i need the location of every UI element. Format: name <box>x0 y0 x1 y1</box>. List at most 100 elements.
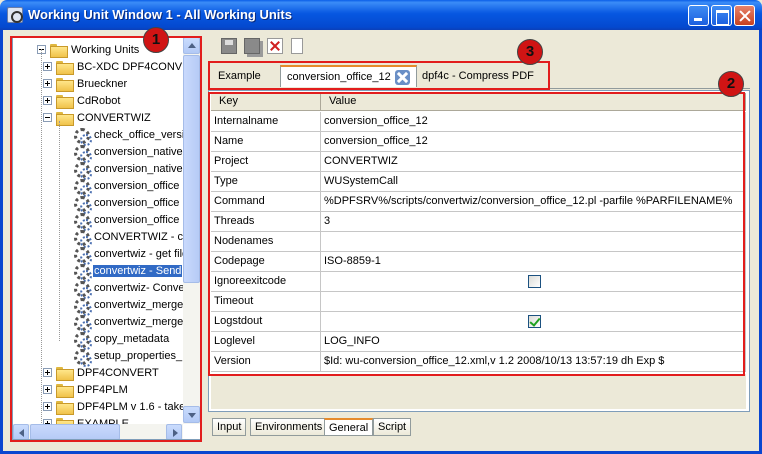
tree-item[interactable]: Brueckner <box>43 75 128 92</box>
scroll-down-button[interactable] <box>183 406 200 423</box>
table-row[interactable]: Ignoreexitcode <box>211 272 746 292</box>
delete-icon[interactable] <box>267 38 283 54</box>
tree-item-label: conversion_native <box>94 162 183 175</box>
property-value[interactable]: conversion_office_12 <box>321 112 746 131</box>
horizontal-scroll-thumb[interactable] <box>30 424 120 439</box>
new-document-icon[interactable] <box>291 38 303 54</box>
expand-icon[interactable] <box>43 368 52 377</box>
property-value[interactable] <box>321 292 746 311</box>
folder-icon <box>50 43 68 58</box>
save-all-icon[interactable] <box>244 38 260 54</box>
tab-script[interactable]: Script <box>373 418 412 436</box>
expand-icon[interactable] <box>43 385 52 394</box>
tree-item-label: DPF4PLM <box>77 383 128 396</box>
tree-item[interactable]: DPF4CONVERT <box>43 364 160 381</box>
tree-item[interactable]: BC-XDC DPF4CONVERT <box>43 58 183 75</box>
table-row[interactable]: Threads 3 <box>211 212 746 232</box>
tree-item[interactable]: copy_metadata <box>73 330 170 350</box>
expand-icon[interactable] <box>43 402 52 411</box>
table-row[interactable]: Name conversion_office_12 <box>211 132 746 152</box>
tree-item[interactable]: convertwiz_merge <box>73 296 183 316</box>
table-row[interactable]: Type WUSystemCall <box>211 172 746 192</box>
tree-item[interactable]: convertwiz - Send <box>73 262 183 282</box>
scroll-up-button[interactable] <box>183 37 200 54</box>
maximize-button[interactable] <box>711 5 732 26</box>
property-value-cell[interactable] <box>321 312 746 331</box>
property-value[interactable]: conversion_office_12 <box>321 132 746 151</box>
tree-item[interactable]: conversion_office <box>73 177 180 197</box>
property-value-cell[interactable] <box>321 272 746 291</box>
title-bar[interactable]: Working Unit Window 1 - All Working Unit… <box>0 0 762 30</box>
tree-item[interactable]: convertwiz - get file <box>73 245 183 265</box>
tree-item[interactable]: conversion_native <box>73 143 183 163</box>
tree-vertical-scrollbar[interactable] <box>183 37 201 424</box>
scroll-right-button[interactable] <box>166 424 182 439</box>
tree-item-label: convertwiz - Send <box>93 264 183 277</box>
save-icon[interactable] <box>221 38 237 54</box>
property-value[interactable]: CONVERTWIZ <box>321 152 746 171</box>
table-row[interactable]: Loglevel LOG_INFO <box>211 332 746 352</box>
table-row[interactable]: Version $Id: wu-conversion_office_12.xml,… <box>211 352 746 372</box>
expand-icon[interactable] <box>43 96 52 105</box>
checkbox-checked[interactable] <box>528 315 541 328</box>
tree-item[interactable]: DPF4PLM v 1.6 - take <box>43 398 183 415</box>
table-row[interactable]: Nodenames <box>211 232 746 252</box>
tree-item-label: CONVERTWIZ - convert <box>94 230 183 243</box>
tab-input[interactable]: Input <box>212 418 247 436</box>
expand-icon[interactable] <box>43 79 52 88</box>
working-units-tree[interactable]: Working Units BC-XDC DPF4CONVERT Brueckner… <box>13 37 183 424</box>
window-border-left <box>0 30 3 454</box>
expand-icon[interactable] <box>43 62 52 71</box>
tree-item[interactable]: CdRobot <box>43 92 121 109</box>
tab-environments[interactable]: Environments <box>250 418 328 436</box>
tree-horizontal-scrollbar[interactable] <box>13 424 183 439</box>
tab-example[interactable]: Example <box>212 65 267 87</box>
table-row[interactable]: Timeout <box>211 292 746 312</box>
tree-item[interactable]: conversion_office <box>73 194 180 214</box>
app-icon[interactable] <box>7 7 23 23</box>
scroll-left-button[interactable] <box>13 424 29 439</box>
table-row[interactable]: Command %DPFSRV%/scripts/convertwiz/conve… <box>211 192 746 212</box>
table-row[interactable]: Project CONVERTWIZ <box>211 152 746 172</box>
vertical-scroll-thumb[interactable] <box>183 55 200 283</box>
collapse-icon[interactable] <box>43 113 52 122</box>
column-header-key[interactable]: Key <box>211 93 321 111</box>
property-value[interactable]: $Id: wu-conversion_office_12.xml,v 1.2 2… <box>321 352 746 371</box>
bottom-tab-bar: Input Environments General Script <box>208 416 750 438</box>
tree-item[interactable]: convertwiz_merge <box>73 313 183 333</box>
tab-compress-pdf[interactable]: dpf4c - Compress PDF <box>416 65 540 87</box>
tree-item[interactable]: EXAMPLE <box>43 415 130 424</box>
close-button[interactable] <box>734 5 755 26</box>
column-header-value[interactable]: Value <box>321 93 746 111</box>
tab-general[interactable]: General <box>324 418 374 436</box>
tree-item[interactable]: setup_properties_ <box>73 347 183 367</box>
panel-splitter[interactable] <box>203 36 207 440</box>
checkbox-unchecked[interactable] <box>528 275 541 288</box>
tree-item-label: conversion_native <box>94 145 183 158</box>
tree-item[interactable]: Working Units <box>37 41 140 58</box>
property-value[interactable]: WUSystemCall <box>321 172 746 191</box>
working-unit-icon <box>73 263 92 282</box>
tree-item[interactable]: check_office_version <box>73 126 183 146</box>
property-value[interactable]: ISO-8859-1 <box>321 252 746 271</box>
tab-conversion-office-12[interactable]: conversion_office_12 <box>280 65 417 87</box>
tree-item-label: convertwiz_merge <box>94 315 183 328</box>
table-row[interactable]: Internalname conversion_office_12 <box>211 112 746 132</box>
table-row[interactable]: Codepage ISO-8859-1 <box>211 252 746 272</box>
property-value[interactable]: LOG_INFO <box>321 332 746 351</box>
tree-item-label: CONVERTWIZ <box>77 111 151 124</box>
folder-icon <box>56 400 74 415</box>
property-value[interactable] <box>321 232 746 251</box>
working-unit-icon <box>73 314 92 333</box>
tree-item[interactable]: convertwiz- Convert <box>73 279 183 299</box>
tree-item[interactable]: DPF4PLM <box>43 381 129 398</box>
property-value[interactable]: 3 <box>321 212 746 231</box>
tree-item[interactable]: CONVERTWIZ - convert <box>73 228 183 248</box>
minimize-button[interactable] <box>688 5 709 26</box>
property-value[interactable]: %DPFSRV%/scripts/convertwiz/conversion_o… <box>321 192 746 211</box>
tree-item[interactable]: conversion_native <box>73 160 183 180</box>
folder-icon <box>56 77 74 92</box>
table-row[interactable]: Logstdout <box>211 312 746 332</box>
tab-close-icon[interactable] <box>394 69 410 85</box>
tree-item[interactable]: conversion_office <box>73 211 180 231</box>
